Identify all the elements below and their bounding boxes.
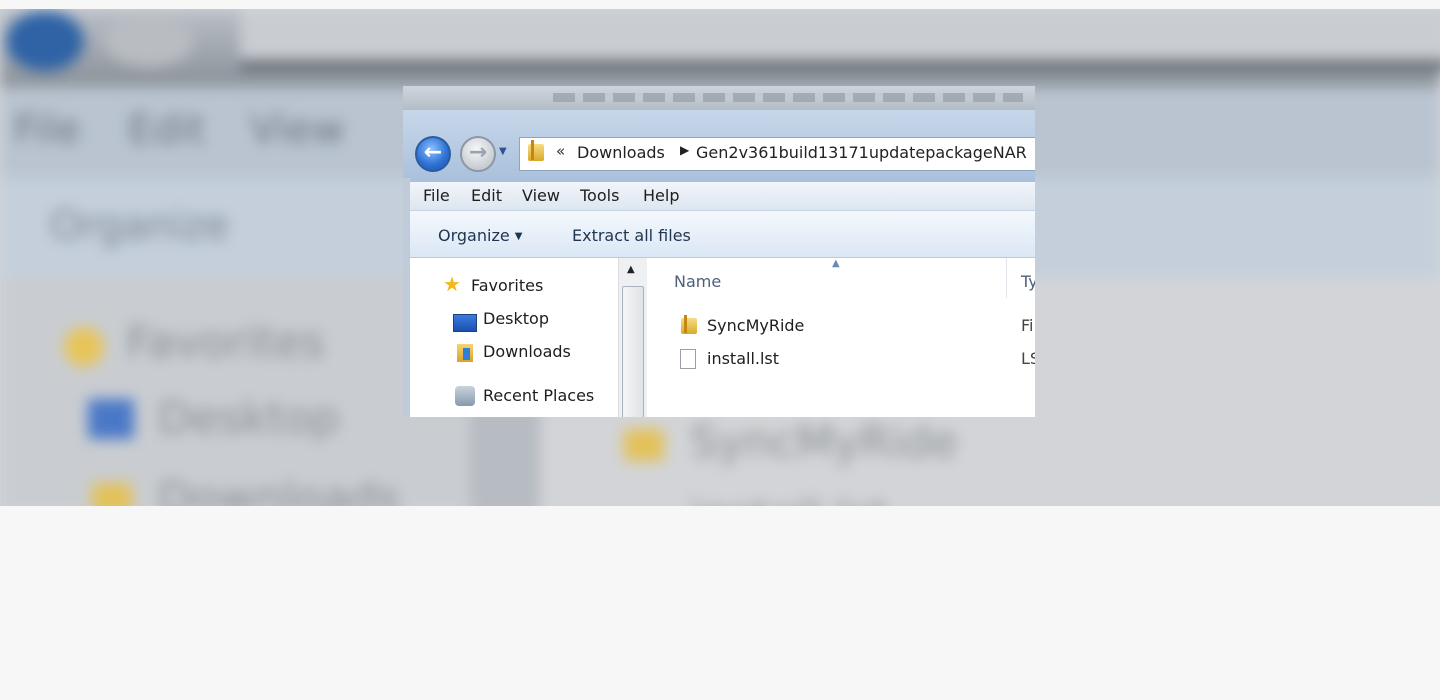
column-header-name[interactable]: Name bbox=[674, 272, 721, 291]
bg-folder-icon bbox=[624, 429, 664, 461]
column-header-type[interactable]: Ty bbox=[1021, 272, 1035, 291]
bg-nav-favorites: Favorites bbox=[126, 317, 325, 368]
extract-all-files-button[interactable]: Extract all files bbox=[572, 226, 691, 245]
address-bar[interactable]: « Downloads ▶ Gen2v361build13171updatepa… bbox=[519, 137, 1035, 171]
scrollbar-thumb[interactable] bbox=[622, 286, 644, 417]
bg-address-bar bbox=[240, 9, 1440, 69]
chevron-down-icon: ▼ bbox=[514, 231, 523, 242]
nav-item-downloads[interactable]: Downloads bbox=[483, 342, 571, 361]
scroll-up-icon[interactable]: ▲ bbox=[627, 264, 635, 275]
list-item-syncmyride[interactable]: SyncMyRide Fi bbox=[647, 312, 1035, 342]
star-icon: ★ bbox=[443, 272, 461, 296]
sort-ascending-icon: ▲ bbox=[832, 258, 840, 269]
forward-button[interactable]: → bbox=[460, 136, 496, 172]
bg-organize: Organize bbox=[50, 203, 230, 249]
address-overflow-chevron[interactable]: « bbox=[556, 142, 565, 160]
nav-item-desktop[interactable]: Desktop bbox=[483, 309, 549, 328]
organize-label: Organize bbox=[438, 226, 510, 245]
bg-downloads-icon bbox=[92, 483, 132, 506]
window-frame-top bbox=[403, 86, 1035, 110]
breadcrumb-downloads[interactable]: Downloads bbox=[577, 143, 665, 162]
address-folder-icon bbox=[528, 140, 544, 161]
bg-back-button bbox=[6, 11, 84, 71]
menu-edit[interactable]: Edit bbox=[471, 186, 502, 205]
chevron-down-icon: ▼ bbox=[499, 146, 507, 157]
bg-star-icon bbox=[64, 327, 104, 367]
list-item[interactable] bbox=[647, 400, 1035, 417]
bg-menu-edit: Edit bbox=[128, 107, 206, 153]
menu-view[interactable]: View bbox=[522, 186, 560, 205]
bg-file-syncmyride: SyncMyRide bbox=[690, 417, 958, 468]
folder-icon bbox=[681, 315, 697, 334]
menu-bar: File Edit View Tools Help bbox=[410, 182, 1035, 211]
bg-menu-file: File bbox=[14, 107, 81, 153]
organize-button[interactable]: Organize ▼ bbox=[438, 226, 522, 245]
nav-item-recent-places[interactable]: Recent Places bbox=[483, 386, 594, 405]
window-frame-left bbox=[403, 178, 410, 417]
explorer-window: ← → ▼ « Downloads ▶ Gen2v361build13171up… bbox=[403, 86, 1035, 417]
menu-help[interactable]: Help bbox=[643, 186, 679, 205]
file-type: LS bbox=[1021, 349, 1035, 368]
bg-file-install: install.lst bbox=[690, 491, 888, 506]
column-divider[interactable] bbox=[1006, 258, 1007, 298]
navigation-pane: ★ Favorites Desktop Downloads Recent Pla… bbox=[410, 258, 618, 417]
file-name: SyncMyRide bbox=[707, 316, 805, 335]
file-type: Fi bbox=[1021, 316, 1034, 335]
command-bar: Organize ▼ Extract all files bbox=[410, 211, 1035, 258]
file-icon bbox=[680, 349, 696, 369]
menu-file[interactable]: File bbox=[423, 186, 450, 205]
file-name: install.lst bbox=[707, 349, 780, 368]
bg-nav-downloads: Downloads bbox=[158, 473, 400, 506]
recent-pages-dropdown[interactable]: ▼ bbox=[499, 146, 511, 158]
back-button[interactable]: ← bbox=[415, 136, 451, 172]
menu-tools[interactable]: Tools bbox=[580, 186, 619, 205]
bg-menu-view: View bbox=[250, 107, 345, 153]
bg-forward-button bbox=[104, 17, 194, 67]
desktop-icon bbox=[453, 314, 477, 332]
breadcrumb-separator-icon[interactable]: ▶ bbox=[680, 143, 689, 157]
bg-desktop-icon bbox=[88, 399, 134, 439]
bg-nav-desktop: Desktop bbox=[158, 393, 340, 444]
back-arrow-icon: ← bbox=[423, 140, 443, 165]
nav-pane-scrollbar[interactable]: ▲ bbox=[618, 258, 648, 417]
nav-item-favorites[interactable]: Favorites bbox=[471, 276, 543, 295]
downloads-folder-icon bbox=[457, 344, 473, 362]
forward-arrow-icon: → bbox=[468, 140, 488, 165]
breadcrumb-current-folder[interactable]: Gen2v361build13171updatepackageNAR bbox=[696, 143, 1027, 162]
list-item-install-lst[interactable]: install.lst LS bbox=[647, 345, 1035, 375]
recent-places-icon bbox=[455, 386, 475, 406]
